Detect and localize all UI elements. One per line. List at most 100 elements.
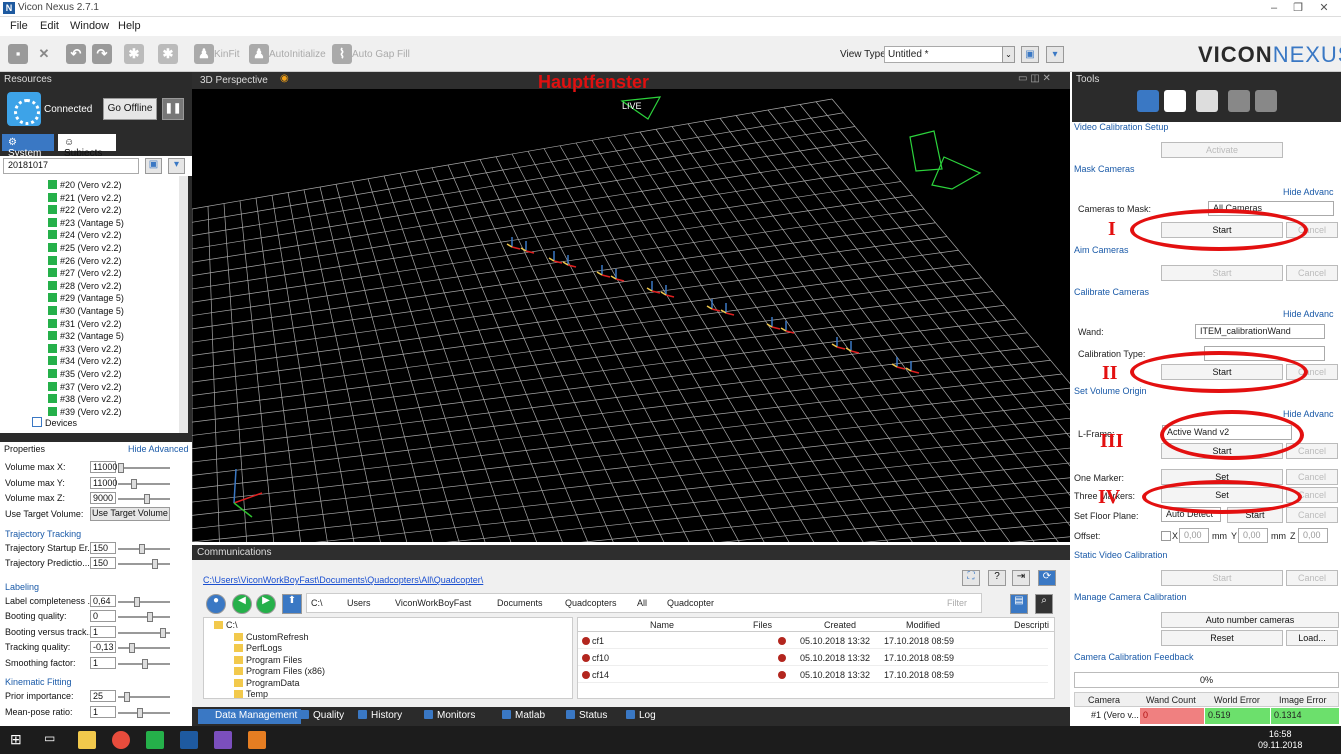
crumb-quadcopters[interactable]: Quadcopters bbox=[565, 598, 617, 608]
subject-prep-icon[interactable] bbox=[1164, 90, 1186, 112]
device-row[interactable]: #24 (Vero v2.2) bbox=[48, 229, 122, 242]
origin-hide-advanced[interactable]: Hide Advanc bbox=[1283, 409, 1334, 419]
3d-perspective-view[interactable]: 3D Perspective ◉ ▭ ◫ ✕ Hauptfenster LIVE bbox=[192, 72, 1070, 542]
property-value-input[interactable]: 1 bbox=[90, 625, 116, 638]
device-row[interactable]: #34 (Vero v2.2) bbox=[48, 355, 122, 368]
label-tool-icon[interactable] bbox=[1228, 90, 1250, 112]
offset-checkbox[interactable] bbox=[1161, 531, 1171, 541]
folder-view-icon[interactable]: ▤ bbox=[1010, 594, 1028, 614]
cal-row-camera[interactable]: #1 (Vero v... bbox=[1077, 710, 1139, 720]
crumb-quadcopter[interactable]: Quadcopter bbox=[667, 598, 714, 608]
device-row[interactable]: #27 (Vero v2.2) bbox=[48, 267, 122, 280]
reset-calibration-button[interactable]: Reset bbox=[1161, 630, 1283, 646]
session-menu-icon[interactable]: ▾ bbox=[168, 158, 185, 174]
calibrate-hide-advanced[interactable]: Hide Advanc bbox=[1283, 309, 1334, 319]
crumb-users[interactable]: Users bbox=[347, 598, 371, 608]
home-icon[interactable]: ● bbox=[206, 594, 226, 614]
property-slider[interactable] bbox=[118, 559, 170, 569]
property-slider[interactable] bbox=[118, 543, 170, 554]
nexus-taskbar-icon[interactable] bbox=[180, 731, 198, 749]
offset-y-input[interactable]: 0,00 bbox=[1238, 528, 1268, 543]
slider-thumb[interactable] bbox=[124, 692, 130, 702]
view-type-dropdown[interactable]: ⌄ bbox=[1002, 46, 1015, 63]
col-name[interactable]: Name bbox=[650, 620, 674, 630]
save-session-icon[interactable]: ▣ bbox=[145, 158, 162, 174]
device-row[interactable]: #30 (Vantage 5) bbox=[48, 305, 124, 318]
device-row[interactable]: #35 (Vero v2.2) bbox=[48, 368, 122, 381]
slider-thumb[interactable] bbox=[160, 627, 166, 638]
slider-thumb[interactable] bbox=[134, 596, 140, 607]
clock[interactable]: 16:58 09.11.2018 bbox=[1258, 729, 1302, 751]
save-view-icon[interactable]: ▣ bbox=[1021, 46, 1039, 63]
filter-field[interactable]: Filter bbox=[947, 598, 967, 608]
device-row[interactable]: #23 (Vantage 5) bbox=[48, 217, 124, 230]
collapse-icon[interactable]: ⇥ bbox=[1012, 570, 1030, 586]
slider-thumb[interactable] bbox=[142, 658, 148, 669]
video-calibration-setup-header[interactable]: Video Calibration Setup bbox=[1074, 122, 1168, 132]
close-window-button[interactable]: ✕ bbox=[1310, 0, 1338, 16]
crumb-user[interactable]: ViconWorkBoyFast bbox=[395, 598, 471, 608]
col-wand-count[interactable]: Wand Count bbox=[1146, 695, 1196, 705]
redo-icon[interactable]: ↷ bbox=[92, 44, 112, 64]
property-value-input[interactable]: 9000 bbox=[90, 492, 116, 504]
use-target-volume-button[interactable]: Use Target Volume bbox=[90, 506, 170, 521]
tab-history[interactable]: History bbox=[354, 709, 406, 724]
col-created[interactable]: Created bbox=[824, 620, 856, 630]
aim-start-button[interactable]: Start bbox=[1161, 265, 1283, 281]
forward-icon[interactable]: ▶ bbox=[256, 594, 276, 614]
windows-start-icon[interactable]: ⊞ bbox=[10, 731, 28, 749]
col-description[interactable]: Descripti bbox=[1014, 620, 1049, 630]
property-value-input[interactable]: 1 bbox=[90, 656, 116, 669]
property-value-input[interactable]: 0,64 bbox=[90, 594, 116, 607]
tab-system[interactable]: ⚙ System bbox=[2, 134, 54, 159]
col-camera[interactable]: Camera bbox=[1088, 695, 1120, 705]
breadcrumb[interactable]: C:\ Users ViconWorkBoyFast Documents Qua… bbox=[306, 593, 982, 613]
col-files[interactable]: Files bbox=[753, 620, 772, 630]
property-value-input[interactable]: 11000 bbox=[90, 476, 117, 489]
file-row[interactable]: cf14 05.10.2018 13:32 17.10.2018 08:59 bbox=[578, 667, 1048, 683]
crumb-documents[interactable]: Documents bbox=[497, 598, 543, 608]
folder-tree-item[interactable]: Program Files (x86) bbox=[234, 666, 325, 676]
tab-data-management[interactable]: Data Management bbox=[198, 709, 302, 724]
property-value-input[interactable]: 150 bbox=[90, 557, 116, 569]
subject-label-icon[interactable]: ✱ bbox=[158, 44, 178, 64]
devices-node[interactable]: Devices bbox=[32, 417, 77, 428]
col-world-error[interactable]: World Error bbox=[1214, 695, 1260, 705]
file-row[interactable]: cf10 05.10.2018 13:32 17.10.2018 08:59 bbox=[578, 650, 1048, 666]
autoinit-icon[interactable]: ♟ bbox=[249, 44, 269, 64]
close-trial-icon[interactable]: ✕ bbox=[34, 44, 54, 64]
one-marker-cancel-button[interactable]: Cancel bbox=[1286, 469, 1338, 485]
device-row[interactable]: #21 (Vero v2.2) bbox=[48, 192, 122, 205]
offset-x-input[interactable]: 0,00 bbox=[1179, 528, 1209, 543]
floor-cancel-button[interactable]: Cancel bbox=[1286, 507, 1338, 523]
device-row[interactable]: #25 (Vero v2.2) bbox=[48, 242, 122, 255]
auto-number-cameras-button[interactable]: Auto number cameras bbox=[1161, 612, 1339, 628]
folder-tree-item[interactable]: CustomRefresh bbox=[234, 632, 309, 642]
slider-thumb[interactable] bbox=[152, 559, 158, 569]
slider-thumb[interactable] bbox=[147, 612, 153, 622]
slider-thumb[interactable] bbox=[131, 478, 137, 489]
set-volume-origin-header[interactable]: Set Volume Origin bbox=[1074, 386, 1147, 396]
device-row[interactable]: #26 (Vero v2.2) bbox=[48, 255, 122, 268]
aim-cancel-button[interactable]: Cancel bbox=[1286, 265, 1338, 281]
pipeline-icon[interactable] bbox=[1255, 90, 1277, 112]
property-slider[interactable] bbox=[118, 463, 170, 473]
slider-thumb[interactable] bbox=[118, 463, 124, 473]
property-section[interactable]: Kinematic Fitting bbox=[5, 677, 72, 687]
property-value-input[interactable]: 1 bbox=[90, 705, 116, 718]
crumb-c[interactable]: C:\ bbox=[311, 598, 323, 608]
folder-tree-item[interactable]: PerfLogs bbox=[234, 643, 282, 653]
session-select[interactable]: 20181017 bbox=[3, 158, 139, 174]
folder-tree-item[interactable]: ProgramData bbox=[234, 678, 300, 688]
property-slider[interactable] bbox=[118, 643, 170, 653]
file-explorer-icon[interactable] bbox=[78, 731, 96, 749]
device-row[interactable]: #38 (Vero v2.2) bbox=[48, 393, 122, 406]
tab-quality[interactable]: Quality bbox=[296, 709, 348, 724]
slider-thumb[interactable] bbox=[144, 494, 150, 504]
subject-calibrate-icon[interactable]: ✱ bbox=[124, 44, 144, 64]
property-value-input[interactable]: 0 bbox=[90, 610, 116, 622]
mask-cameras-header[interactable]: Mask Cameras bbox=[1074, 164, 1135, 174]
device-row[interactable]: #31 (Vero v2.2) bbox=[48, 318, 122, 331]
folder-tree-item[interactable]: Temp bbox=[234, 689, 268, 699]
matlab-icon[interactable] bbox=[248, 731, 266, 749]
